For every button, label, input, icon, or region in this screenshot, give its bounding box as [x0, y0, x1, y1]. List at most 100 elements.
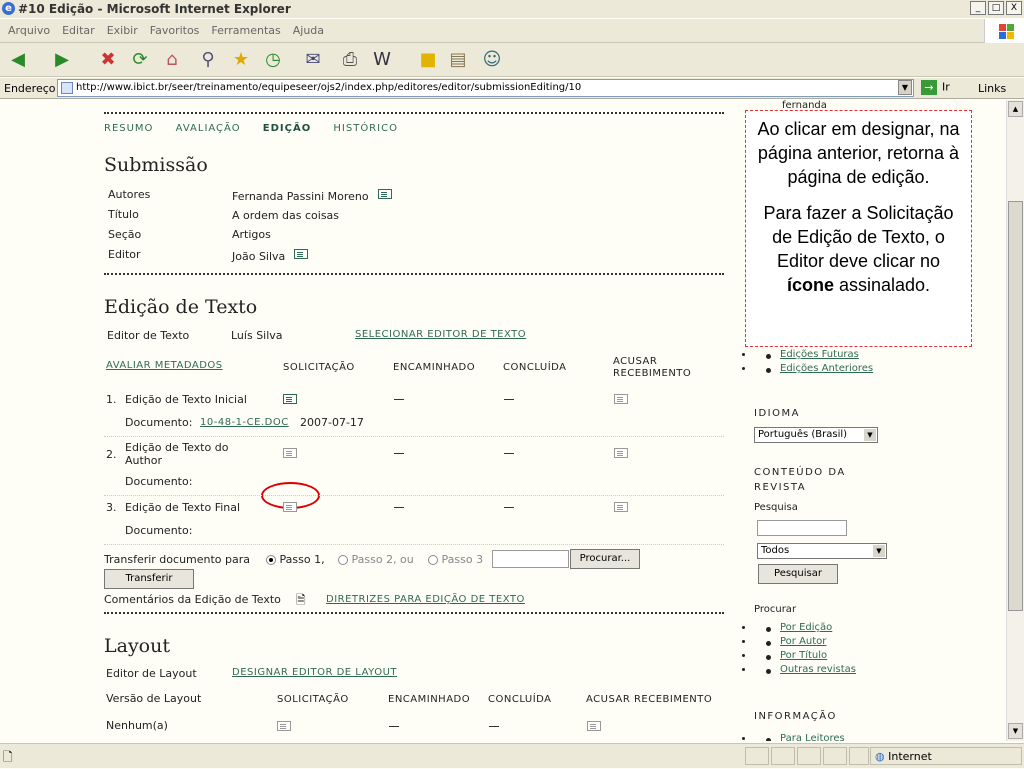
browse-by-title-link[interactable]: Por Título: [780, 650, 827, 661]
tab-avaliacao[interactable]: AVALIAÇÃO: [176, 123, 241, 134]
step1-ack-email-icon: [614, 394, 628, 404]
menu-bar: Arquivo Editar Exibir Favoritos Ferramen…: [0, 19, 1024, 43]
browse-item[interactable]: Por Edição: [754, 622, 856, 633]
email-author-icon[interactable]: [378, 189, 392, 199]
col-sent: ENCAMINHADO: [393, 362, 476, 373]
research-icon[interactable]: ▤: [446, 48, 470, 72]
forward-icon[interactable]: ▶: [50, 48, 74, 72]
address-dropdown-icon[interactable]: ▼: [898, 80, 912, 95]
scroll-thumb[interactable]: [1008, 201, 1023, 611]
status-cell: [849, 747, 869, 765]
window-title: #10 Edição - Microsoft Internet Explorer: [18, 2, 291, 16]
step1-request-email-icon[interactable]: [283, 394, 297, 404]
scroll-down-icon[interactable]: ▼: [1008, 723, 1023, 739]
links-button[interactable]: Links: [978, 82, 1006, 95]
layout-heading: Layout: [104, 635, 170, 657]
status-cell: [745, 747, 769, 765]
callout-p2-end: assinalado.: [833, 275, 931, 295]
language-select[interactable]: Português (Brasil) ▼: [754, 427, 878, 443]
other-journals-link[interactable]: Outras revistas: [780, 664, 856, 675]
vertical-scrollbar[interactable]: ▲ ▼: [1006, 100, 1024, 741]
review-metadata-link[interactable]: AVALIAR METADADOS: [106, 360, 223, 371]
stop-icon[interactable]: ✖: [96, 48, 120, 72]
edit-icon[interactable]: W: [370, 48, 394, 72]
messenger-icon[interactable]: ☺: [480, 48, 504, 72]
tab-edicao[interactable]: EDIÇÃO: [263, 123, 311, 134]
select-copyeditor-link[interactable]: SELECIONAR EDITOR DE TEXTO: [355, 329, 526, 340]
close-button[interactable]: X: [1006, 1, 1022, 15]
browse-by-issue-link[interactable]: Por Edição: [780, 622, 832, 633]
browse-item[interactable]: Por Título: [754, 650, 856, 661]
back-icon[interactable]: ◀: [6, 48, 30, 72]
step3-doc-label: Documento:: [125, 524, 193, 537]
tab-resumo[interactable]: RESUMO: [104, 123, 153, 134]
submission-label-editor: Editor: [108, 248, 141, 261]
search-icon[interactable]: ⚲: [196, 48, 220, 72]
info-readers-link[interactable]: Para Leitores: [780, 733, 845, 741]
issues-item-future[interactable]: Edições Futuras: [754, 349, 873, 360]
status-cell: [797, 747, 821, 765]
print-icon[interactable]: ⎙: [338, 48, 362, 72]
minimize-button[interactable]: _: [970, 1, 986, 15]
chevron-down-icon: ▼: [864, 429, 876, 441]
search-input[interactable]: [757, 520, 847, 536]
menu-editar[interactable]: Editar: [62, 24, 95, 37]
issues-item-past[interactable]: Edições Anteriores: [754, 363, 873, 374]
discuss-icon[interactable]: ■: [416, 48, 440, 72]
menu-ferramentas[interactable]: Ferramentas: [211, 24, 280, 37]
mail-icon[interactable]: ✉: [301, 48, 325, 72]
radio-step3-label: Passo 3: [441, 553, 484, 566]
browse-item[interactable]: Por Autor: [754, 636, 856, 647]
designate-layout-editor-link[interactable]: DESIGNAR EDITOR DE LAYOUT: [232, 667, 397, 678]
col-completed: CONCLUÍDA: [503, 362, 567, 373]
radio-step3-option[interactable]: Passo 3: [428, 553, 483, 566]
layout-col-acknowledge: ACUSAR RECEBIMENTO: [586, 694, 713, 705]
tab-historico[interactable]: HISTÓRICO: [333, 123, 398, 134]
home-icon[interactable]: ⌂: [160, 48, 184, 72]
address-label: Endereço: [4, 82, 56, 95]
step1-doc-file-link[interactable]: 10-48-1-CE.DOC: [200, 417, 289, 428]
submission-label-authors: Autores: [108, 188, 151, 201]
issues-link-future[interactable]: Edições Futuras: [780, 349, 859, 360]
radio-step2-option[interactable]: Passo 2, ou: [338, 553, 414, 566]
address-input[interactable]: http://www.ibict.br/seer/treinamento/equ…: [57, 79, 914, 97]
issues-link-past[interactable]: Edições Anteriores: [780, 363, 873, 374]
radio-step1[interactable]: [266, 555, 276, 565]
browse-button[interactable]: Procurar...: [570, 549, 640, 569]
file-path-input[interactable]: [492, 550, 569, 568]
browse-by-author-link[interactable]: Por Autor: [780, 636, 826, 647]
zone-cell: ◍ Internet: [870, 747, 1022, 765]
divider: [104, 495, 724, 496]
radio-step2[interactable]: [338, 555, 348, 565]
transfer-label: Transferir documento para: [104, 553, 251, 566]
search-scope-select[interactable]: Todos ▼: [757, 543, 887, 559]
transfer-button[interactable]: Transferir: [104, 569, 194, 589]
guidelines-link[interactable]: DIRETRIZES PARA EDIÇÃO DE TEXTO: [326, 594, 525, 605]
layout-col-sent: ENCAMINHADO: [388, 694, 471, 705]
layout-version-label: Versão de Layout: [106, 692, 202, 705]
step1-doc-date: 2007-07-17: [300, 416, 364, 429]
menu-favoritos[interactable]: Favoritos: [150, 24, 200, 37]
refresh-icon[interactable]: ⟳: [128, 48, 152, 72]
info-item[interactable]: Para Leitores: [754, 733, 845, 741]
browse-item[interactable]: Outras revistas: [754, 664, 856, 675]
step2-number: 2.: [106, 448, 117, 461]
step3-sent-dash: [394, 507, 404, 508]
submission-label-title: Título: [108, 208, 139, 221]
maximize-button[interactable]: □: [988, 1, 1004, 15]
comments-icon[interactable]: 🗎: [296, 591, 306, 612]
email-editor-icon[interactable]: [294, 249, 308, 259]
search-button[interactable]: Pesquisar: [758, 564, 838, 584]
history-icon[interactable]: ◷: [261, 48, 285, 72]
copyedit-heading: Edição de Texto: [104, 296, 258, 318]
step2-name: Edição de Texto do Author: [125, 441, 229, 467]
col-request: SOLICITAÇÃO: [283, 362, 355, 373]
radio-step1-option[interactable]: Passo 1,: [266, 553, 325, 566]
scroll-up-icon[interactable]: ▲: [1008, 101, 1023, 117]
menu-arquivo[interactable]: Arquivo: [8, 24, 50, 37]
go-button[interactable]: → Ir: [921, 80, 950, 95]
menu-ajuda[interactable]: Ajuda: [293, 24, 324, 37]
menu-exibir[interactable]: Exibir: [107, 24, 138, 37]
favorites-icon[interactable]: ★: [229, 48, 253, 72]
radio-step3[interactable]: [428, 555, 438, 565]
